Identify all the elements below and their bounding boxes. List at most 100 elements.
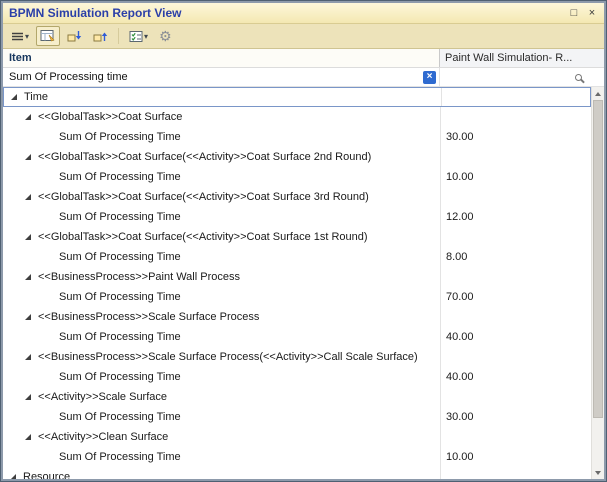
titlebar[interactable]: BPMN Simulation Report View □ × <box>3 3 604 24</box>
metric-value-cell: 30.00 <box>440 407 591 427</box>
expand-icon[interactable] <box>25 194 31 200</box>
filter-row: Sum Of Processing time × <box>3 68 604 87</box>
group-value-cell <box>441 88 590 106</box>
metric-value-cell: 40.00 <box>440 367 591 387</box>
element-value-cell <box>440 267 591 287</box>
metric-label: Sum Of Processing Time <box>59 451 181 463</box>
metric-row[interactable]: Sum Of Processing Time 10.00 <box>3 447 591 467</box>
element-row[interactable]: <<GlobalTask>>Coat Surface(<<Activity>>C… <box>3 187 591 207</box>
expand-icon[interactable] <box>25 394 31 400</box>
metric-row[interactable]: Sum Of Processing Time12.00 <box>3 207 591 227</box>
element-row[interactable]: <<Activity>>Scale Surface <box>3 387 591 407</box>
toolbar: ▾ <box>3 24 604 49</box>
clear-filter-icon[interactable]: × <box>423 71 436 84</box>
metric-value-cell: 12.00 <box>440 207 591 227</box>
filter-input[interactable]: Sum Of Processing time <box>9 71 423 83</box>
group-label: Resource <box>23 471 70 479</box>
gear-icon: ⚙ <box>159 29 172 43</box>
metric-value-cell: 30.00 <box>440 127 591 147</box>
metric-label: Sum Of Processing Time <box>59 171 181 183</box>
group-collapse-button[interactable] <box>63 26 86 46</box>
element-name: <<GlobalTask>>Coat Surface(<<Activity>>C… <box>38 231 368 243</box>
element-name: <<Activity>>Clean Surface <box>38 431 168 443</box>
column-header-simulation[interactable]: Paint Wall Simulation- R... <box>440 49 604 67</box>
expand-icon[interactable] <box>25 154 31 160</box>
element-cell: <<BusinessProcess>>Scale Surface Process <box>3 307 440 327</box>
expand-icon[interactable] <box>25 314 31 320</box>
metric-value: 40.00 <box>446 371 474 383</box>
metric-row[interactable]: Sum Of Processing Time 30.00 <box>3 407 591 427</box>
element-row[interactable]: <<BusinessProcess>>Paint Wall Process <box>3 267 591 287</box>
report-grid: Item Paint Wall Simulation- R... Sum Of … <box>3 49 604 479</box>
metric-value: 30.00 <box>446 131 474 143</box>
element-value-cell <box>440 387 591 407</box>
metric-cell: Sum Of Processing Time <box>3 247 440 267</box>
metric-value: 12.00 <box>446 211 474 223</box>
expand-icon[interactable] <box>25 114 31 120</box>
element-row[interactable]: <<GlobalTask>>Coat Surface(<<Activity>>C… <box>3 227 591 247</box>
column-header-item[interactable]: Item <box>3 49 440 67</box>
group-cell: Time <box>4 88 441 106</box>
group-row-time[interactable]: Time <box>3 87 591 107</box>
element-value-cell <box>440 147 591 167</box>
scrollbar-thumb[interactable] <box>593 100 603 418</box>
metric-row[interactable]: Sum Of Processing Time30.00 <box>3 127 591 147</box>
element-name: <<BusinessProcess>>Scale Surface Process <box>38 311 259 323</box>
metric-value-cell: 10.00 <box>440 447 591 467</box>
element-value-cell <box>440 427 591 447</box>
hamburger-icon <box>11 31 24 42</box>
metric-value-cell: 40.00 <box>440 327 591 347</box>
scroll-down-button[interactable] <box>592 466 604 479</box>
element-cell: <<GlobalTask>>Coat Surface(<<Activity>>C… <box>3 227 440 247</box>
expand-icon[interactable] <box>10 474 16 479</box>
element-cell: <<Activity>>Scale Surface <box>3 387 440 407</box>
metric-value-cell: 8.00 <box>440 247 591 267</box>
element-row[interactable]: <<BusinessProcess>>Scale Surface Process <box>3 307 591 327</box>
metric-row[interactable]: Sum Of Processing Time 10.00 <box>3 167 591 187</box>
element-row[interactable]: <<BusinessProcess>>Scale Surface Process… <box>3 347 591 367</box>
filter-search-cell <box>440 68 604 86</box>
scroll-up-button[interactable] <box>592 87 604 100</box>
hamburger-menu-button[interactable]: ▾ <box>7 26 33 46</box>
metric-cell: Sum Of Processing Time <box>3 167 440 187</box>
metric-row[interactable]: Sum Of Processing Time8.00 <box>3 247 591 267</box>
scrollbar-track[interactable] <box>592 100 604 466</box>
metric-label: Sum Of Processing Time <box>59 411 181 423</box>
metric-cell: Sum Of Processing Time <box>3 367 440 387</box>
settings-button[interactable]: ⚙ <box>155 26 176 46</box>
expand-icon[interactable] <box>25 354 31 360</box>
element-cell: <<Activity>>Clean Surface <box>3 427 440 447</box>
group-expand-button[interactable] <box>89 26 112 46</box>
expand-icon[interactable] <box>25 434 31 440</box>
metric-value: 10.00 <box>446 451 474 463</box>
expand-icon[interactable] <box>11 94 17 100</box>
element-name: <<GlobalTask>>Coat Surface <box>38 111 182 123</box>
metric-value-cell: 10.00 <box>440 167 591 187</box>
vertical-scrollbar[interactable] <box>591 87 604 479</box>
metric-row[interactable]: Sum Of Processing Time40.00 <box>3 327 591 347</box>
group-cell: Resource <box>3 467 440 479</box>
metric-row[interactable]: Sum Of Processing Time 70.00 <box>3 287 591 307</box>
expand-icon[interactable] <box>25 234 31 240</box>
metric-label: Sum Of Processing Time <box>59 371 181 383</box>
element-row[interactable]: <<GlobalTask>>Coat Surface(<<Activity>>C… <box>3 147 591 167</box>
report-edit-icon <box>40 29 56 43</box>
metric-label: Sum Of Processing Time <box>59 291 181 303</box>
tree-rows: Time <<GlobalTask>>Coat Surface Sum Of Pro… <box>3 87 591 479</box>
group-row-resource[interactable]: Resource <box>3 467 591 479</box>
edit-report-button[interactable] <box>36 26 60 46</box>
element-row[interactable]: <<GlobalTask>>Coat Surface <box>3 107 591 127</box>
options-checklist-button[interactable]: ▾ <box>125 26 152 46</box>
element-cell: <<BusinessProcess>>Scale Surface Process… <box>3 347 440 367</box>
metric-row[interactable]: Sum Of Processing Time 40.00 <box>3 367 591 387</box>
element-name: <<BusinessProcess>>Scale Surface Process… <box>38 351 418 363</box>
expand-icon[interactable] <box>25 274 31 280</box>
element-value-cell <box>440 187 591 207</box>
search-icon[interactable] <box>575 74 582 81</box>
close-button[interactable]: × <box>584 6 600 21</box>
metric-cell: Sum Of Processing Time <box>3 407 440 427</box>
maximize-button[interactable]: □ <box>566 6 582 21</box>
bpmn-simulation-report-window: BPMN Simulation Report View □ × ▾ <box>0 0 607 482</box>
metric-value: 70.00 <box>446 291 474 303</box>
element-row[interactable]: <<Activity>>Clean Surface <box>3 427 591 447</box>
